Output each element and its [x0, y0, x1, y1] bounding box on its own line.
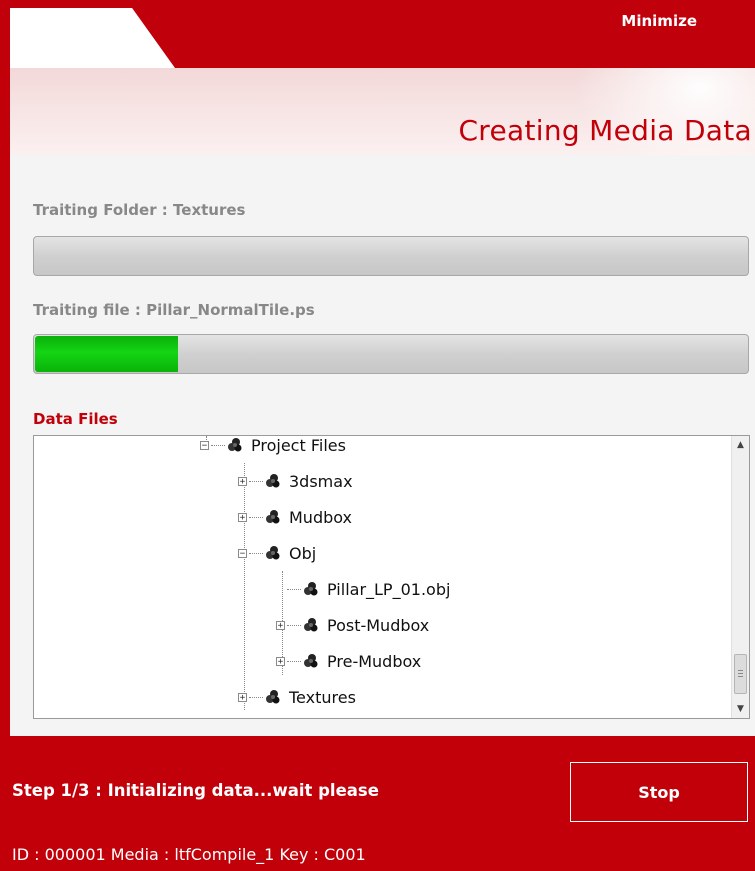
tree-node-label: Post-Mudbox [327, 615, 430, 635]
tree-content: − Project Files +3dsmax + Mudbox − Obj Pillar_L… [34, 436, 731, 718]
tree-node[interactable]: + Pre-Mudbox [276, 648, 421, 674]
expand-icon[interactable]: + [276, 656, 285, 666]
node-icon [303, 581, 319, 597]
title-bar: Minimize [0, 0, 755, 68]
data-files-label: Data Files [33, 410, 118, 428]
footer-info: ID : 000001 Media : ltfCompile_1 Key : C… [12, 845, 366, 864]
node-icon [265, 689, 281, 705]
tree-node[interactable]: + Mudbox [238, 504, 352, 530]
expand-icon[interactable]: + [238, 692, 247, 702]
node-icon [227, 437, 243, 453]
tree-connector [249, 516, 263, 518]
data-files-tree[interactable]: − Project Files +3dsmax + Mudbox − Obj Pillar_L… [33, 435, 750, 719]
collapse-icon[interactable]: − [238, 548, 247, 558]
file-progress-bar [33, 334, 749, 374]
scroll-thumb[interactable] [734, 654, 747, 694]
node-icon [303, 617, 319, 633]
tree-connector [211, 444, 225, 446]
tree-node[interactable]: +3dsmax [238, 468, 353, 494]
stop-button[interactable]: Stop [570, 762, 748, 822]
tree-node[interactable]: + Post-Mudbox [276, 612, 429, 638]
tree-connector [249, 480, 263, 482]
node-icon [303, 653, 319, 669]
tree-connector [249, 552, 263, 554]
scroll-down-arrow-icon[interactable]: ▼ [732, 700, 749, 718]
tree-connector [249, 696, 263, 698]
tree-scrollbar[interactable]: ▲ ▼ [731, 436, 749, 718]
tree-node-label: Pre-Mudbox [327, 651, 422, 671]
header-banner: Creating Media Data [10, 68, 755, 155]
node-icon [265, 509, 281, 525]
file-progress-label: Traiting file : Pillar_NormalTile.ps [33, 301, 315, 319]
node-icon [265, 473, 281, 489]
tree-node[interactable]: + Textures [238, 684, 356, 710]
tree-node-label: Project Files [251, 435, 346, 455]
expand-icon[interactable]: + [238, 512, 247, 522]
tree-connector [287, 588, 301, 590]
tree-node-label: Obj [289, 543, 317, 563]
tree-node-label: Mudbox [289, 507, 353, 527]
tree-connector [287, 660, 301, 662]
tree-node-label: Pillar_LP_01.obj [327, 579, 451, 599]
folder-progress-label: Traiting Folder : Textures [33, 201, 246, 219]
minimize-button[interactable]: Minimize [621, 12, 697, 30]
tree-node[interactable]: − Obj [238, 540, 316, 566]
tree-node[interactable]: Pillar_LP_01.obj [287, 576, 450, 602]
tree-connector [244, 463, 245, 710]
file-progress-fill [35, 336, 178, 372]
expand-icon[interactable]: + [276, 620, 285, 630]
status-message: Step 1/3 : Initializing data...wait plea… [12, 781, 379, 800]
tree-node[interactable]: − Project Files [200, 435, 346, 458]
expand-icon[interactable]: + [238, 476, 247, 486]
page-title: Creating Media Data [458, 114, 752, 147]
tree-node-label: 3dsmax [289, 471, 353, 491]
scroll-up-arrow-icon[interactable]: ▲ [732, 436, 749, 454]
tree-connector [287, 624, 301, 626]
collapse-icon[interactable]: − [200, 440, 209, 450]
folder-progress-bar [33, 236, 749, 276]
header-tab [10, 8, 175, 68]
media-data-window: Minimize Creating Media Data Traiting Fo… [0, 0, 755, 871]
node-icon [265, 545, 281, 561]
content-panel: Creating Media Data Traiting Folder : Te… [10, 68, 755, 736]
tree-node-label: Textures [289, 687, 356, 707]
